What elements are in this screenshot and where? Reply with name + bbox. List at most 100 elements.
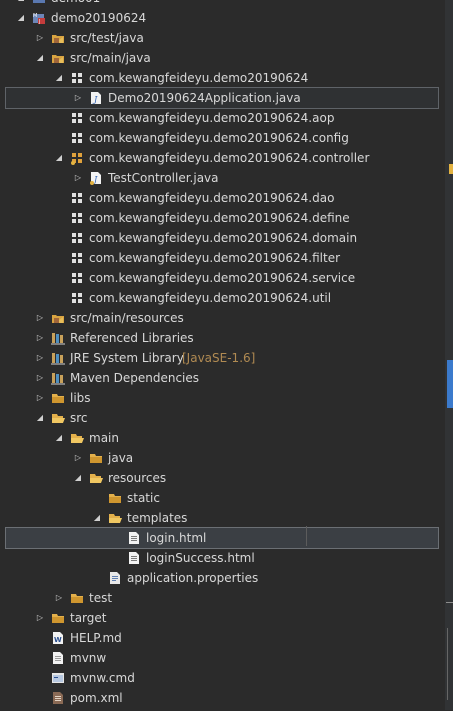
package-icon [70, 71, 84, 85]
cmd-file-icon [51, 671, 65, 685]
tree-item-label: com.kewangfeideyu.demo20190624.service [89, 271, 356, 285]
warning-marker-icon [449, 164, 453, 174]
project-explorer-tree: ◢demo01◢MJdemo20190624▷src/test/java◢src… [0, 0, 445, 708]
library-icon [51, 331, 65, 345]
tree-item-label: pom.xml [70, 691, 123, 705]
tree-item-label: static [127, 491, 160, 505]
tree-item-java[interactable]: ▷ java [0, 448, 445, 468]
tree-item-loginsuccess-html[interactable]: loginSuccess.html [0, 548, 445, 568]
tree-item-package-dao[interactable]: com.kewangfeideyu.demo20190624.dao [0, 188, 445, 208]
tree-item-label: Maven Dependencies [70, 371, 200, 385]
tree-item-package-define[interactable]: com.kewangfeideyu.demo20190624.define [0, 208, 445, 228]
collapse-twisty-icon[interactable]: ◢ [34, 408, 46, 428]
svg-text:M: M [33, 13, 37, 19]
source-folder-icon [51, 51, 65, 65]
tree-item-test[interactable]: ▷ test [0, 588, 445, 608]
collapse-twisty-icon[interactable]: ◢ [34, 48, 46, 68]
tree-item-package-controller[interactable]: ◢ com.kewangfeideyu.demo20190624.controll… [0, 148, 445, 168]
column-divider [306, 526, 307, 546]
collapse-twisty-icon[interactable]: ◢ [53, 428, 65, 448]
tree-item-resources[interactable]: ◢ resources [0, 468, 445, 488]
tree-item-login-html[interactable]: login.html [5, 526, 439, 549]
expand-twisty-icon[interactable]: ▷ [34, 308, 46, 328]
package-icon [70, 131, 84, 145]
project-icon [32, 0, 46, 5]
tree-item-package-aop[interactable]: com.kewangfeideyu.demo20190624.aop [0, 108, 445, 128]
editor-edge-strip [445, 0, 453, 710]
tree-item-package-util[interactable]: com.kewangfeideyu.demo20190624.util [0, 288, 445, 308]
tree-item-pom-xml[interactable]: pom.xml [0, 688, 445, 708]
package-icon [70, 211, 84, 225]
tree-item-application-properties[interactable]: application.properties [0, 568, 445, 588]
tree-item-label: src/main/java [70, 51, 151, 65]
tree-item-label: libs [70, 391, 91, 405]
tree-item-referenced-libraries[interactable]: ▷ Referenced Libraries [0, 328, 445, 348]
tree-item-label: mvnw.cmd [70, 671, 135, 685]
tree-item-label: demo01 [51, 0, 100, 8]
tree-item-mvnw[interactable]: mvnw [0, 648, 445, 668]
collapse-twisty-icon[interactable]: ◢ [15, 0, 27, 8]
tree-item-mvnw-cmd[interactable]: mvnw.cmd [0, 668, 445, 688]
tree-item-maven-dependencies[interactable]: ▷ Maven Dependencies [0, 368, 445, 388]
tree-item-application-java[interactable]: ▷ J Demo20190624Application.java [5, 87, 439, 109]
collapse-twisty-icon[interactable]: ◢ [53, 148, 65, 168]
tree-item-label: com.kewangfeideyu.demo20190624.aop [89, 111, 335, 125]
expand-twisty-icon[interactable]: ▷ [34, 608, 46, 628]
expand-twisty-icon[interactable]: ▷ [34, 348, 46, 368]
tree-item-testcontroller-java[interactable]: ▷ J TestController.java [0, 168, 445, 188]
package-icon [70, 251, 84, 265]
expand-twisty-icon[interactable]: ▷ [34, 368, 46, 388]
expand-twisty-icon[interactable]: ▷ [72, 448, 84, 468]
folder-open-icon [108, 511, 122, 525]
expand-twisty-icon[interactable]: ▷ [72, 168, 84, 188]
edge-divider [446, 602, 453, 603]
tree-item-package-domain[interactable]: com.kewangfeideyu.demo20190624.domain [0, 228, 445, 248]
tree-item-demo20190624[interactable]: ◢ M Jdemo20190624 [0, 8, 445, 28]
tree-item-label: com.kewangfeideyu.demo20190624.controlle… [89, 151, 370, 165]
tree-item-package-root[interactable]: ◢ com.kewangfeideyu.demo20190624 [0, 68, 445, 88]
tree-item-label: Referenced Libraries [70, 331, 194, 345]
tree-item-jre-system-library[interactable]: ▷ JRE System Library [JavaSE-1.6] [0, 348, 445, 368]
expand-twisty-icon[interactable]: ▷ [34, 28, 46, 48]
tree-item-decoration: [JavaSE-1.6] [182, 351, 256, 365]
collapse-twisty-icon[interactable]: ◢ [15, 8, 27, 28]
tree-item-target[interactable]: ▷ target [0, 608, 445, 628]
tree-item-src-test-java[interactable]: ▷ src/test/java [0, 28, 445, 48]
tree-item-help-md[interactable]: W HELP.md [0, 628, 445, 648]
tree-item-templates[interactable]: ◢ templates [0, 508, 445, 528]
tree-item-label: templates [127, 511, 188, 525]
tree-item-label: src/main/resources [70, 311, 184, 325]
tree-item-demo01[interactable]: ◢ demo01 [0, 0, 445, 8]
tree-item-libs[interactable]: ▷ libs [0, 388, 445, 408]
collapse-twisty-icon[interactable]: ◢ [72, 468, 84, 488]
expand-twisty-icon[interactable]: ▷ [34, 388, 46, 408]
tree-item-static[interactable]: static [0, 488, 445, 508]
tree-item-label: src/test/java [70, 31, 144, 45]
scroll-indicator[interactable] [447, 360, 453, 408]
tree-item-main[interactable]: ◢ main [0, 428, 445, 448]
package-icon [70, 111, 84, 125]
tree-item-label: com.kewangfeideyu.demo20190624 [89, 71, 309, 85]
package-modified-icon [70, 151, 84, 165]
expand-twisty-icon[interactable]: ▷ [34, 328, 46, 348]
properties-file-icon [108, 571, 122, 585]
expand-twisty-icon[interactable]: ▷ [53, 588, 65, 608]
collapse-twisty-icon[interactable]: ◢ [53, 68, 65, 88]
tree-item-label: com.kewangfeideyu.demo20190624.filter [89, 251, 341, 265]
collapse-twisty-icon[interactable]: ◢ [91, 508, 103, 528]
tree-item-package-service[interactable]: com.kewangfeideyu.demo20190624.service [0, 268, 445, 288]
tree-item-package-config[interactable]: com.kewangfeideyu.demo20190624.config [0, 128, 445, 148]
tree-item-src[interactable]: ◢ src [0, 408, 445, 428]
tree-item-package-filter[interactable]: com.kewangfeideyu.demo20190624.filter [0, 248, 445, 268]
expand-twisty-icon[interactable]: ▷ [72, 88, 84, 108]
source-folder-icon [51, 311, 65, 325]
library-icon [51, 351, 65, 365]
tree-item-src-main-java[interactable]: ◢ src/main/java [0, 48, 445, 68]
tree-item-label: main [89, 431, 119, 445]
tree-item-src-main-resources[interactable]: ▷ src/main/resources [0, 308, 445, 328]
library-icon [51, 371, 65, 385]
html-file-icon [127, 551, 141, 565]
html-file-icon [127, 531, 141, 545]
tree-item-label: src [70, 411, 88, 425]
folder-icon [108, 491, 122, 505]
